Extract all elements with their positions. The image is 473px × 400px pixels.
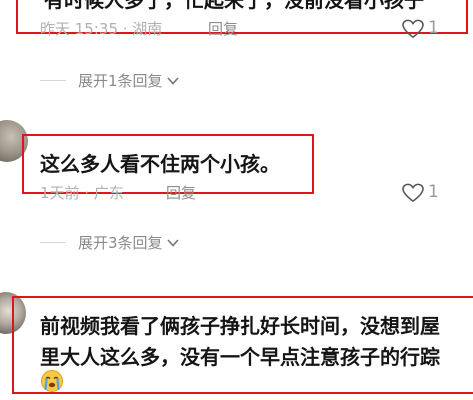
divider bbox=[40, 80, 66, 81]
comment-text-line: 前视频我看了俩孩子挣扎好长时间，没想到屋 bbox=[40, 314, 440, 338]
reply-button[interactable]: 回复 bbox=[166, 182, 196, 203]
expand-label: 展开1条回复 bbox=[78, 72, 163, 90]
like-heart-icon[interactable] bbox=[402, 19, 424, 39]
like-count: 1 bbox=[428, 182, 439, 202]
expand-replies-button[interactable]: 展开3条回复 bbox=[40, 232, 179, 253]
comment-text-line: 里大人这么多，没有一个早点注意孩子的行踪 bbox=[40, 345, 440, 369]
reply-button[interactable]: 回复 bbox=[208, 18, 238, 39]
comment-meta: 1天前 · 广东 bbox=[40, 184, 124, 202]
chevron-down-icon bbox=[166, 76, 179, 85]
chevron-down-icon bbox=[166, 238, 179, 247]
comment-meta: 昨天 15:35 · 湖南 bbox=[40, 20, 163, 38]
expand-label: 展开3条回复 bbox=[78, 234, 163, 252]
like-heart-icon[interactable] bbox=[402, 183, 424, 203]
expand-replies-button[interactable]: 展开1条回复 bbox=[40, 70, 179, 91]
comment-text: 这么多人看不住两个小孩。 bbox=[40, 152, 280, 176]
crying-face-icon bbox=[41, 370, 63, 392]
like-count: 1 bbox=[428, 18, 439, 38]
divider bbox=[40, 242, 66, 243]
